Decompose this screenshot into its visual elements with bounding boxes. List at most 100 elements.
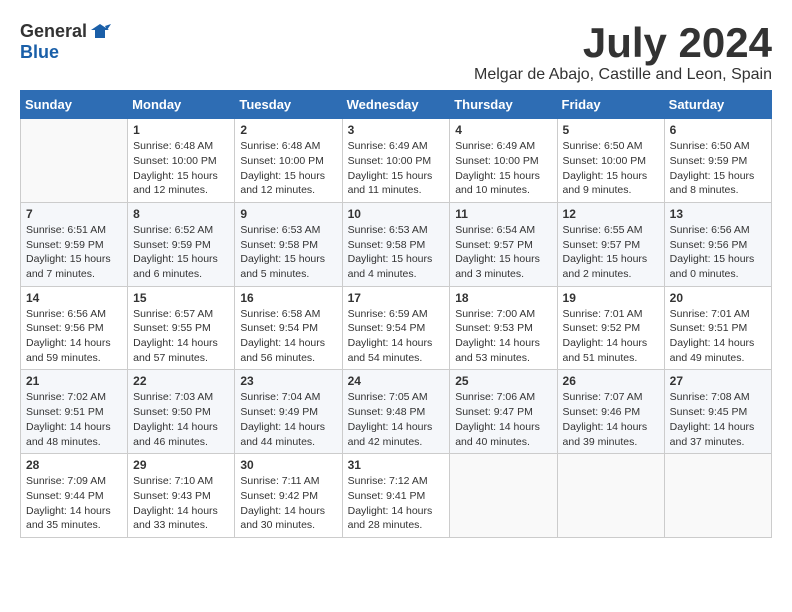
calendar-cell: 21 Sunrise: 7:02 AM Sunset: 9:51 PM Dayli… — [21, 370, 128, 454]
day-info: Sunrise: 6:50 AM Sunset: 9:59 PM Dayligh… — [670, 139, 766, 198]
day-info: Sunrise: 7:06 AM Sunset: 9:47 PM Dayligh… — [455, 390, 551, 449]
day-number: 12 — [563, 207, 659, 221]
day-number: 8 — [133, 207, 229, 221]
calendar-week-4: 21 Sunrise: 7:02 AM Sunset: 9:51 PM Dayli… — [21, 370, 772, 454]
day-number: 30 — [240, 458, 336, 472]
day-info: Sunrise: 6:51 AM Sunset: 9:59 PM Dayligh… — [26, 223, 122, 282]
calendar-cell — [557, 454, 664, 538]
calendar-cell: 24 Sunrise: 7:05 AM Sunset: 9:48 PM Dayli… — [342, 370, 450, 454]
day-info: Sunrise: 6:54 AM Sunset: 9:57 PM Dayligh… — [455, 223, 551, 282]
day-number: 19 — [563, 291, 659, 305]
calendar-cell: 28 Sunrise: 7:09 AM Sunset: 9:44 PM Dayli… — [21, 454, 128, 538]
day-number: 2 — [240, 123, 336, 137]
day-number: 10 — [348, 207, 445, 221]
header-cell-sunday: Sunday — [21, 91, 128, 119]
day-number: 20 — [670, 291, 766, 305]
day-number: 16 — [240, 291, 336, 305]
calendar-cell: 16 Sunrise: 6:58 AM Sunset: 9:54 PM Dayli… — [235, 286, 342, 370]
calendar-cell: 13Sunrise: 6:56 AM Sunset: 9:56 PM Dayli… — [664, 202, 771, 286]
header-cell-friday: Friday — [557, 91, 664, 119]
day-info: Sunrise: 7:05 AM Sunset: 9:48 PM Dayligh… — [348, 390, 445, 449]
header-cell-saturday: Saturday — [664, 91, 771, 119]
day-info: Sunrise: 7:01 AM Sunset: 9:51 PM Dayligh… — [670, 307, 766, 366]
day-number: 5 — [563, 123, 659, 137]
calendar-cell: 29 Sunrise: 7:10 AM Sunset: 9:43 PM Dayli… — [128, 454, 235, 538]
day-number: 15 — [133, 291, 229, 305]
calendar-cell: 19 Sunrise: 7:01 AM Sunset: 9:52 PM Dayli… — [557, 286, 664, 370]
day-info: Sunrise: 6:57 AM Sunset: 9:55 PM Dayligh… — [133, 307, 229, 366]
calendar-cell: 10 Sunrise: 6:53 AM Sunset: 9:58 PM Dayli… — [342, 202, 450, 286]
calendar-table: SundayMondayTuesdayWednesdayThursdayFrid… — [20, 90, 772, 538]
day-info: Sunrise: 6:55 AM Sunset: 9:57 PM Dayligh… — [563, 223, 659, 282]
day-info: Sunrise: 7:08 AM Sunset: 9:45 PM Dayligh… — [670, 390, 766, 449]
day-info: Sunrise: 6:48 AM Sunset: 10:00 PM Daylig… — [240, 139, 336, 198]
day-number: 23 — [240, 374, 336, 388]
calendar-cell: 31Sunrise: 7:12 AM Sunset: 9:41 PM Dayli… — [342, 454, 450, 538]
calendar-cell — [664, 454, 771, 538]
day-info: Sunrise: 7:02 AM Sunset: 9:51 PM Dayligh… — [26, 390, 122, 449]
day-info: Sunrise: 7:11 AM Sunset: 9:42 PM Dayligh… — [240, 474, 336, 533]
calendar-cell: 17 Sunrise: 6:59 AM Sunset: 9:54 PM Dayli… — [342, 286, 450, 370]
logo-general-text: General — [20, 21, 87, 42]
location-title: Melgar de Abajo, Castille and Leon, Spai… — [474, 66, 772, 84]
day-info: Sunrise: 6:48 AM Sunset: 10:00 PM Daylig… — [133, 139, 229, 198]
calendar-week-2: 7Sunrise: 6:51 AM Sunset: 9:59 PM Daylig… — [21, 202, 772, 286]
calendar-cell: 18 Sunrise: 7:00 AM Sunset: 9:53 PM Dayli… — [450, 286, 557, 370]
day-info: Sunrise: 6:49 AM Sunset: 10:00 PM Daylig… — [455, 139, 551, 198]
calendar-cell: 5 Sunrise: 6:50 AM Sunset: 10:00 PM Dayli… — [557, 119, 664, 203]
calendar-week-1: 1Sunrise: 6:48 AM Sunset: 10:00 PM Dayli… — [21, 119, 772, 203]
calendar-cell: 12 Sunrise: 6:55 AM Sunset: 9:57 PM Dayli… — [557, 202, 664, 286]
day-info: Sunrise: 6:53 AM Sunset: 9:58 PM Dayligh… — [348, 223, 445, 282]
day-info: Sunrise: 6:58 AM Sunset: 9:54 PM Dayligh… — [240, 307, 336, 366]
day-info: Sunrise: 7:04 AM Sunset: 9:49 PM Dayligh… — [240, 390, 336, 449]
day-info: Sunrise: 7:00 AM Sunset: 9:53 PM Dayligh… — [455, 307, 551, 366]
calendar-cell: 26Sunrise: 7:07 AM Sunset: 9:46 PM Dayli… — [557, 370, 664, 454]
calendar-cell: 15 Sunrise: 6:57 AM Sunset: 9:55 PM Dayli… — [128, 286, 235, 370]
day-number: 22 — [133, 374, 229, 388]
day-number: 28 — [26, 458, 122, 472]
calendar-cell: 3 Sunrise: 6:49 AM Sunset: 10:00 PM Dayli… — [342, 119, 450, 203]
day-number: 18 — [455, 291, 551, 305]
calendar-cell: 6 Sunrise: 6:50 AM Sunset: 9:59 PM Daylig… — [664, 119, 771, 203]
calendar-cell — [21, 119, 128, 203]
calendar-week-5: 28 Sunrise: 7:09 AM Sunset: 9:44 PM Dayli… — [21, 454, 772, 538]
day-number: 9 — [240, 207, 336, 221]
day-info: Sunrise: 6:49 AM Sunset: 10:00 PM Daylig… — [348, 139, 445, 198]
day-number: 27 — [670, 374, 766, 388]
day-number: 21 — [26, 374, 122, 388]
day-info: Sunrise: 7:03 AM Sunset: 9:50 PM Dayligh… — [133, 390, 229, 449]
day-number: 29 — [133, 458, 229, 472]
header-cell-thursday: Thursday — [450, 91, 557, 119]
logo-bird-icon — [89, 20, 111, 42]
day-info: Sunrise: 7:10 AM Sunset: 9:43 PM Dayligh… — [133, 474, 229, 533]
logo: General Blue — [20, 20, 111, 63]
calendar-cell: 22 Sunrise: 7:03 AM Sunset: 9:50 PM Dayli… — [128, 370, 235, 454]
header-cell-monday: Monday — [128, 91, 235, 119]
day-info: Sunrise: 7:07 AM Sunset: 9:46 PM Dayligh… — [563, 390, 659, 449]
calendar-cell: 4 Sunrise: 6:49 AM Sunset: 10:00 PM Dayli… — [450, 119, 557, 203]
day-info: Sunrise: 6:53 AM Sunset: 9:58 PM Dayligh… — [240, 223, 336, 282]
calendar-body: 1Sunrise: 6:48 AM Sunset: 10:00 PM Dayli… — [21, 119, 772, 538]
calendar-cell: 27 Sunrise: 7:08 AM Sunset: 9:45 PM Dayli… — [664, 370, 771, 454]
day-number: 6 — [670, 123, 766, 137]
day-number: 31 — [348, 458, 445, 472]
day-number: 17 — [348, 291, 445, 305]
day-number: 3 — [348, 123, 445, 137]
day-number: 4 — [455, 123, 551, 137]
calendar-cell: 9 Sunrise: 6:53 AM Sunset: 9:58 PM Daylig… — [235, 202, 342, 286]
calendar-cell: 1Sunrise: 6:48 AM Sunset: 10:00 PM Dayli… — [128, 119, 235, 203]
day-info: Sunrise: 6:50 AM Sunset: 10:00 PM Daylig… — [563, 139, 659, 198]
calendar-cell: 25Sunrise: 7:06 AM Sunset: 9:47 PM Dayli… — [450, 370, 557, 454]
calendar-cell: 7Sunrise: 6:51 AM Sunset: 9:59 PM Daylig… — [21, 202, 128, 286]
day-info: Sunrise: 7:09 AM Sunset: 9:44 PM Dayligh… — [26, 474, 122, 533]
calendar-cell: 20 Sunrise: 7:01 AM Sunset: 9:51 PM Dayli… — [664, 286, 771, 370]
logo-blue-text: Blue — [20, 42, 59, 62]
day-number: 24 — [348, 374, 445, 388]
day-info: Sunrise: 6:59 AM Sunset: 9:54 PM Dayligh… — [348, 307, 445, 366]
title-area: July 2024 Melgar de Abajo, Castille and … — [474, 20, 772, 84]
day-info: Sunrise: 7:01 AM Sunset: 9:52 PM Dayligh… — [563, 307, 659, 366]
day-number: 14 — [26, 291, 122, 305]
calendar-cell: 14Sunrise: 6:56 AM Sunset: 9:56 PM Dayli… — [21, 286, 128, 370]
header-cell-wednesday: Wednesday — [342, 91, 450, 119]
day-number: 11 — [455, 207, 551, 221]
